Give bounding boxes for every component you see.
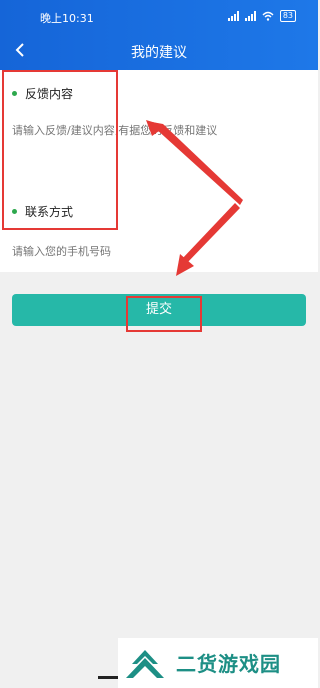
watermark-text: 二货游戏园 <box>176 652 281 676</box>
arrow-to-form <box>152 122 243 205</box>
watermark: 二货游戏园 <box>118 638 318 688</box>
watermark-logo-icon <box>126 650 164 678</box>
gesture-bar <box>98 676 118 679</box>
annotation-arrows <box>146 120 243 276</box>
arrow-to-submit <box>181 203 240 264</box>
